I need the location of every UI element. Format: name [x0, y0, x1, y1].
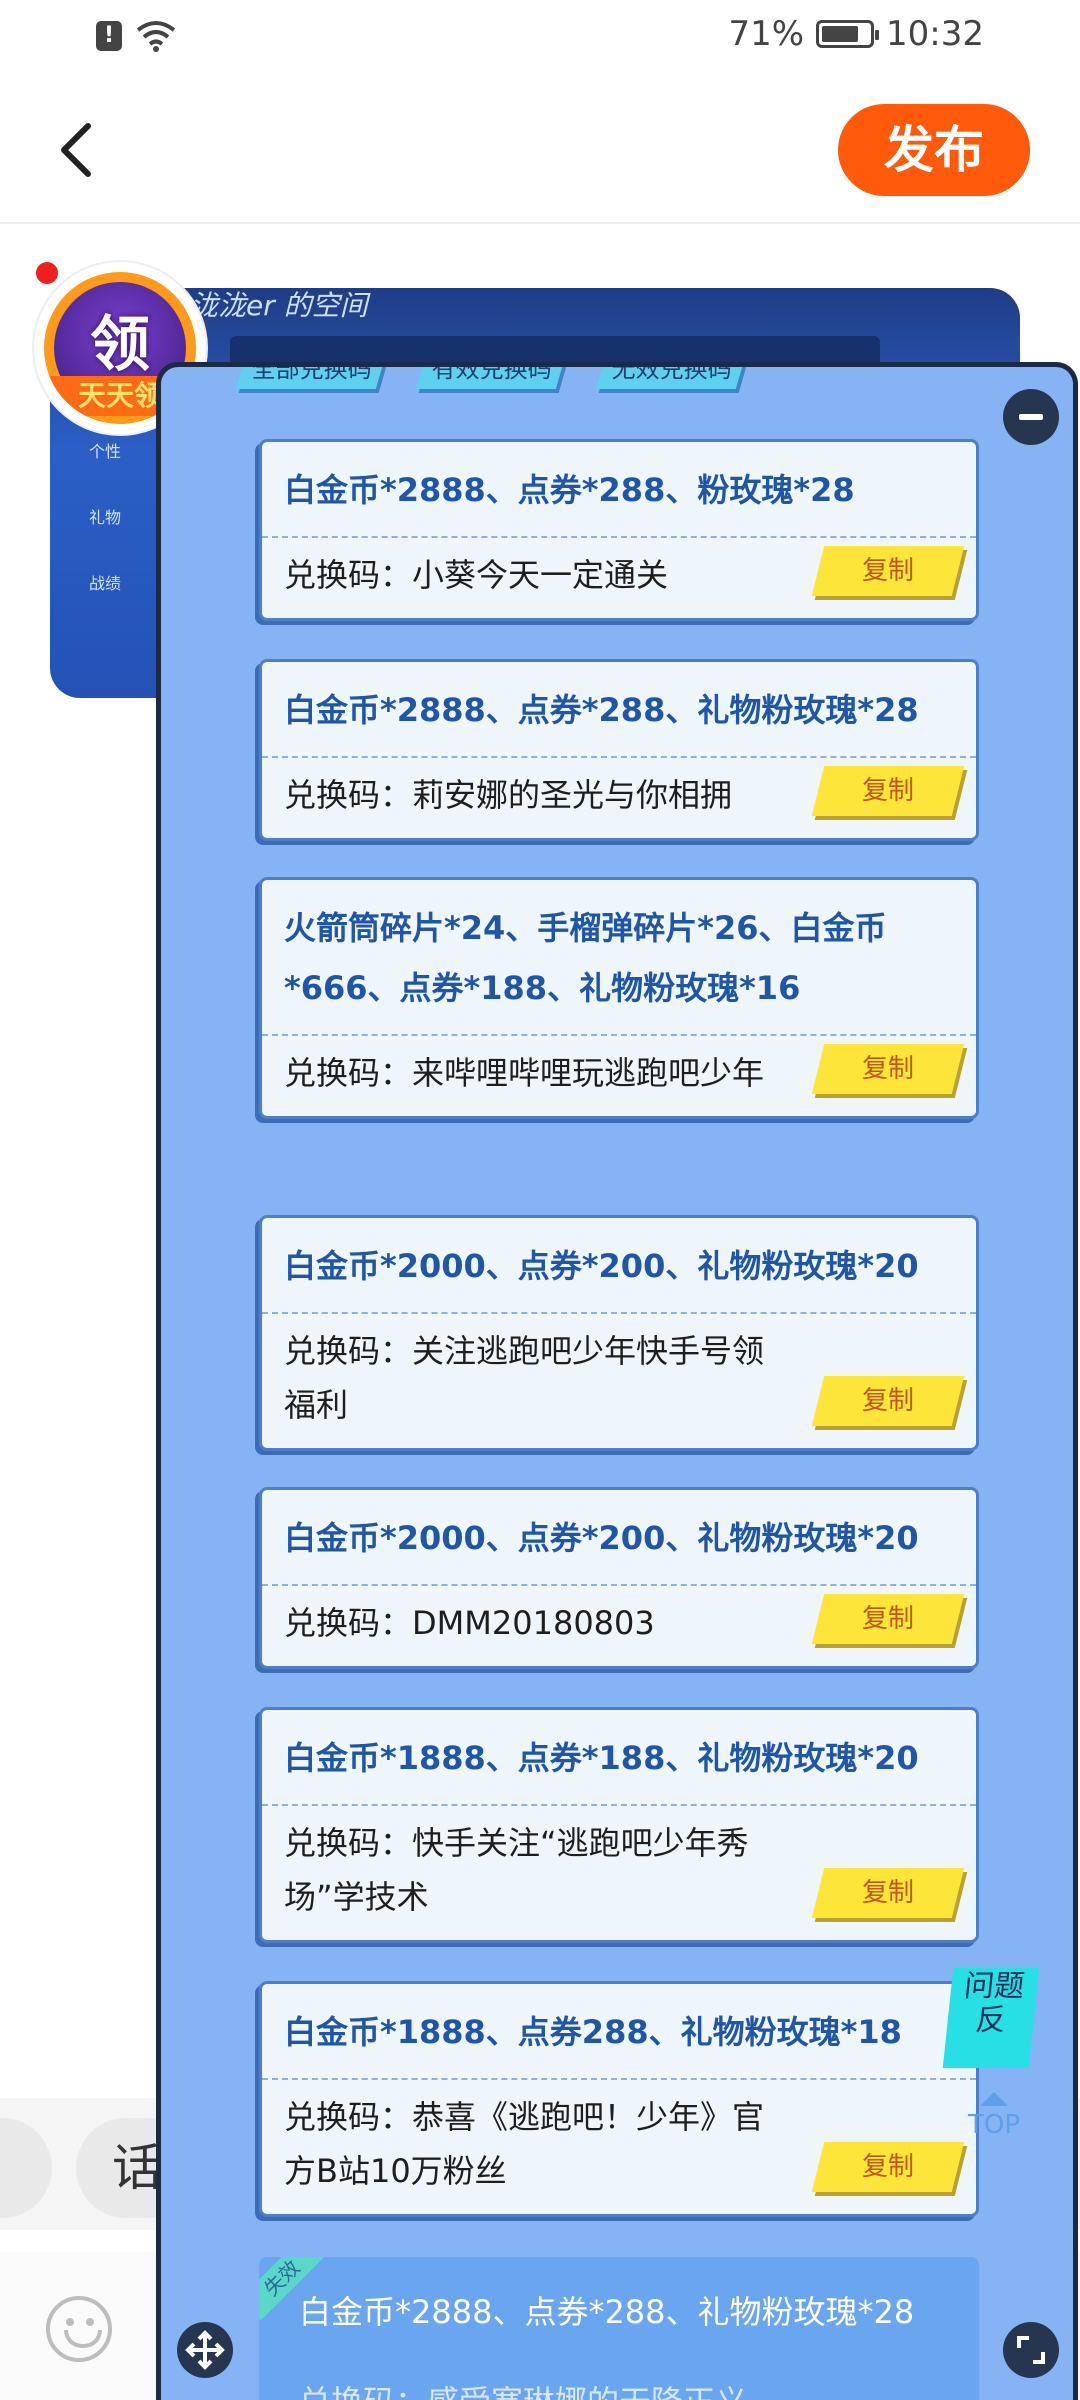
- copy-button[interactable]: 复制: [811, 1594, 965, 1644]
- move-icon[interactable]: [177, 2322, 233, 2378]
- expired-code-line: 兑换码：感受塞琳娜的天降正义: [299, 2377, 747, 2400]
- back-to-top-button[interactable]: TOP: [962, 2092, 1026, 2140]
- expand-icon[interactable]: [1003, 2322, 1059, 2378]
- battery-icon: [816, 20, 880, 48]
- code-card: 白金币*2888、点券*288、粉玫瑰*28 兑换码：小葵今天一定通关 复制: [259, 439, 979, 621]
- code-card: 白金币*2000、点券*200、礼物粉玫瑰*20 兑换码：DMM20180803…: [259, 1487, 979, 1669]
- reward-title: 火箭筒碎片*24、手榴弹碎片*26、白金币*666、点券*188、礼物粉玫瑰*1…: [262, 880, 976, 1036]
- banner-nav-item: 战绩: [88, 574, 121, 593]
- back-arrow-icon[interactable]: [52, 120, 102, 180]
- top-bar: 发布: [0, 80, 1080, 224]
- expired-reward-title: 白金币*2888、点券*288、礼物粉玫瑰*28: [299, 2293, 915, 2331]
- reward-title: 白金币*2888、点券*288、礼物粉玫瑰*28: [262, 662, 976, 758]
- code-value: DMM20180803: [412, 1604, 655, 1642]
- tab-label: 无效兑换码: [611, 362, 732, 383]
- copy-button[interactable]: 复制: [811, 546, 965, 596]
- status-bar: ! 71% 10:32: [0, 0, 1080, 80]
- feedback-label: 问题反: [962, 1969, 1027, 2038]
- code-card: 白金币*1888、点券288、礼物粉玫瑰*18 兑换码：恭喜《逃跑吧！少年》官方…: [259, 1981, 979, 2217]
- tab-invalid-codes[interactable]: 无效兑换码: [595, 362, 747, 389]
- redeem-code-overlay: 全部兑换码 有效兑换码 无效兑换码 白金币*2888、点券*288、粉玫瑰*28…: [156, 362, 1078, 2400]
- minimize-icon[interactable]: [1003, 389, 1059, 445]
- banner-nav: 个性 礼物 战绩: [60, 438, 150, 678]
- wifi-icon: [136, 21, 176, 52]
- reward-title: 白金币*2888、点券*288、粉玫瑰*28: [262, 442, 976, 538]
- copy-button[interactable]: 复制: [811, 1376, 965, 1426]
- reward-title: 白金币*1888、点券*188、礼物粉玫瑰*20: [262, 1710, 976, 1806]
- clock: 10:32: [886, 14, 984, 54]
- tab-label: 有效兑换码: [431, 362, 552, 383]
- tab-valid-codes[interactable]: 有效兑换码: [415, 362, 567, 389]
- code-card: 白金币*1888、点券*188、礼物粉玫瑰*20 兑换码：快手关注“逃跑吧少年秀…: [259, 1707, 979, 1943]
- copy-button[interactable]: 复制: [811, 2142, 965, 2192]
- code-value: 来哔哩哔哩玩逃跑吧少年: [412, 1054, 765, 1092]
- alert-icon: !: [96, 21, 122, 51]
- up-arrow-icon: [980, 2092, 1008, 2106]
- reward-title: 白金币*1888、点券288、礼物粉玫瑰*18: [262, 1984, 976, 2080]
- reward-title: 白金币*2000、点券*200、礼物粉玫瑰*20: [262, 1490, 976, 1586]
- banner-nav-item: 礼物: [88, 508, 121, 527]
- code-label: 兑换码：: [284, 776, 413, 814]
- code-label: 兑换码：: [284, 1054, 413, 1092]
- code-card: 白金币*2888、点券*288、礼物粉玫瑰*28 兑换码：莉安娜的圣光与你相拥 …: [259, 659, 979, 841]
- code-label: 兑换码：: [284, 1824, 413, 1862]
- top-label: TOP: [967, 2110, 1021, 2140]
- code-label: 兑换码：: [284, 1604, 413, 1642]
- code-value: 莉安娜的圣光与你相拥: [412, 776, 733, 814]
- code-value: 小葵今天一定通关: [412, 556, 669, 594]
- code-tabs: 全部兑换码 有效兑换码 无效兑换码: [235, 362, 747, 389]
- banner-nav-item: 个性: [88, 442, 121, 461]
- banner-space-title: 泷泷er 的空间: [190, 289, 368, 322]
- feedback-tab[interactable]: 问题反: [942, 1968, 1040, 2068]
- publish-button[interactable]: 发布: [838, 104, 1030, 196]
- code-label: 兑换码：: [284, 1332, 413, 1370]
- tab-all-codes[interactable]: 全部兑换码: [235, 362, 387, 389]
- code-card: 白金币*2000、点券*200、礼物粉玫瑰*20 兑换码：关注逃跑吧少年快手号领…: [259, 1215, 979, 1451]
- code-label: 兑换码：: [284, 556, 413, 594]
- tab-label: 全部兑换码: [251, 362, 372, 383]
- reward-title: 白金币*2000、点券*200、礼物粉玫瑰*20: [262, 1218, 976, 1314]
- copy-button[interactable]: 复制: [811, 1868, 965, 1918]
- code-label: 兑换码：: [284, 2098, 413, 2136]
- code-card: 火箭筒碎片*24、手榴弹碎片*26、白金币*666、点券*188、礼物粉玫瑰*1…: [259, 877, 979, 1119]
- copy-button[interactable]: 复制: [811, 766, 965, 816]
- battery-percent: 71%: [728, 14, 805, 54]
- expired-code-card: 失效 白金币*2888、点券*288、礼物粉玫瑰*28 兑换码：感受塞琳娜的天降…: [259, 2257, 979, 2400]
- notification-dot: [36, 262, 58, 284]
- emoji-icon[interactable]: [46, 2296, 112, 2362]
- copy-button[interactable]: 复制: [811, 1044, 965, 1094]
